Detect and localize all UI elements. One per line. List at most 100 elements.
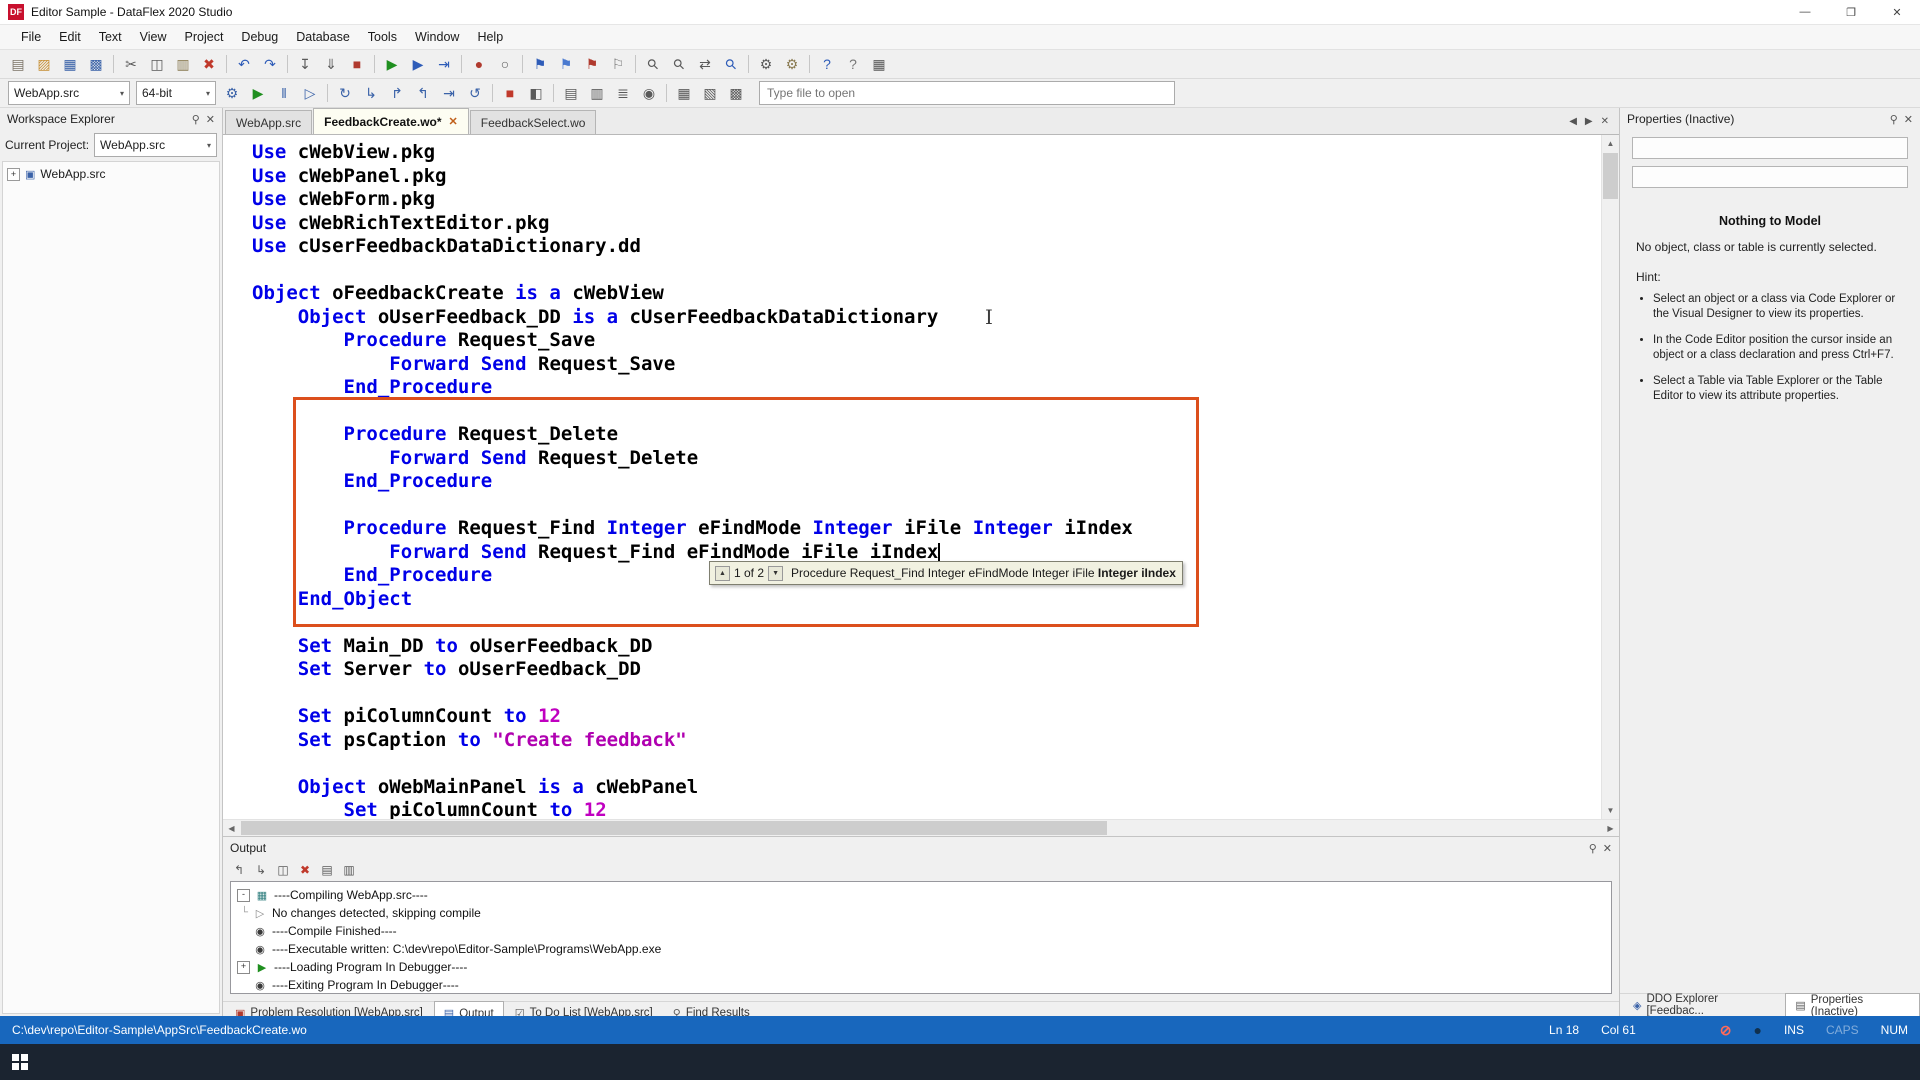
code-editor[interactable]: Use cWebView.pkgUse cWebPanel.pkgUse cWe… bbox=[223, 135, 1619, 819]
output-next-icon[interactable]: ↳ bbox=[251, 861, 271, 880]
tree-expander-icon[interactable]: + bbox=[237, 961, 250, 974]
close-panel-icon[interactable]: ✕ bbox=[1904, 113, 1913, 126]
current-project-combo[interactable]: WebApp.src ▾ bbox=[94, 133, 217, 157]
properties-object-combo[interactable] bbox=[1632, 137, 1908, 159]
code-line[interactable]: Use cUserFeedbackDataDictionary.dd bbox=[252, 235, 1599, 259]
step-out-icon[interactable]: ↰ bbox=[411, 81, 435, 105]
debug-icon[interactable]: ▶ bbox=[406, 52, 430, 76]
open-file-search-input[interactable] bbox=[759, 81, 1175, 105]
code-line[interactable]: End_Procedure bbox=[252, 376, 1599, 400]
copy-icon[interactable]: ◫ bbox=[145, 52, 169, 76]
tree-expander-icon[interactable]: - bbox=[237, 889, 250, 902]
code-line[interactable]: Procedure Request_Save bbox=[252, 329, 1599, 353]
database-tools-icon[interactable]: ▩ bbox=[724, 81, 748, 105]
scroll-down-icon[interactable]: ▼ bbox=[1602, 802, 1619, 819]
hint-prev-icon[interactable]: ▲ bbox=[715, 566, 730, 581]
paste-icon[interactable]: ▥ bbox=[171, 52, 195, 76]
output-line[interactable]: ◉----Exiting Program In Debugger---- bbox=[237, 976, 1605, 994]
code-line[interactable] bbox=[252, 752, 1599, 776]
tree-item-webapp-src[interactable]: +▣WebApp.src bbox=[7, 167, 215, 181]
compile-project-icon[interactable]: ⚙ bbox=[220, 81, 244, 105]
table-viewer-icon[interactable]: ▦ bbox=[867, 52, 891, 76]
code-line[interactable]: Forward Send Request_Delete bbox=[252, 447, 1599, 471]
delete-icon[interactable]: ✖ bbox=[197, 52, 221, 76]
code-line[interactable] bbox=[252, 611, 1599, 635]
horizontal-scroll-thumb[interactable] bbox=[241, 821, 1107, 835]
tree-expander-icon[interactable]: + bbox=[7, 168, 20, 181]
recompile-icon[interactable]: ⇓ bbox=[319, 52, 343, 76]
code-line[interactable] bbox=[252, 682, 1599, 706]
maximize-button[interactable]: ❐ bbox=[1828, 0, 1874, 24]
redo-icon[interactable]: ↷ bbox=[258, 52, 282, 76]
restart-icon[interactable]: ↻ bbox=[333, 81, 357, 105]
watches-window-icon[interactable]: ▥ bbox=[585, 81, 609, 105]
undo-icon[interactable]: ↶ bbox=[232, 52, 256, 76]
tab-close-icon[interactable]: ✕ bbox=[449, 115, 458, 128]
code-line[interactable]: Use cWebForm.pkg bbox=[252, 188, 1599, 212]
prev-bookmark-icon[interactable]: ⚑ bbox=[528, 52, 552, 76]
toggle-bookmark-icon[interactable]: ⚑ bbox=[580, 52, 604, 76]
workspace-options-icon[interactable]: ⚙ bbox=[754, 52, 778, 76]
scroll-up-icon[interactable]: ▲ bbox=[1602, 135, 1619, 152]
close-panel-icon[interactable]: ✕ bbox=[206, 113, 215, 126]
table-explorer-icon[interactable]: ▦ bbox=[672, 81, 696, 105]
code-area[interactable]: Use cWebView.pkgUse cWebPanel.pkgUse cWe… bbox=[252, 141, 1599, 819]
step-over-icon[interactable]: ↱ bbox=[385, 81, 409, 105]
cut-icon[interactable]: ✂ bbox=[119, 52, 143, 76]
vertical-scrollbar[interactable]: ▲ ▼ bbox=[1601, 135, 1619, 819]
tab-scroll-right-icon[interactable]: ▶ bbox=[1585, 116, 1593, 127]
help-icon[interactable]: ? bbox=[815, 52, 839, 76]
code-line[interactable]: Use cWebView.pkg bbox=[252, 141, 1599, 165]
toggle-breakpoint-icon[interactable]: ● bbox=[467, 52, 491, 76]
windows-start-icon[interactable] bbox=[12, 1054, 29, 1071]
code-line[interactable]: Set psCaption to "Create feedback" bbox=[252, 729, 1599, 753]
tab-scroll-left-icon[interactable]: ◀ bbox=[1569, 116, 1577, 127]
next-bookmark-icon[interactable]: ⚑ bbox=[554, 52, 578, 76]
break-all-icon[interactable]: ◧ bbox=[524, 81, 548, 105]
run-to-cursor-icon[interactable]: ⇥ bbox=[432, 52, 456, 76]
menu-edit[interactable]: Edit bbox=[50, 27, 90, 47]
find-in-files-icon[interactable]: ⚲ bbox=[719, 52, 743, 76]
menu-project[interactable]: Project bbox=[176, 27, 233, 47]
run-icon[interactable]: ▶ bbox=[380, 52, 404, 76]
panel-tab-properties-inactive-[interactable]: ▤Properties (Inactive) bbox=[1785, 993, 1920, 1017]
output-copy-all-icon[interactable]: ▤ bbox=[317, 861, 337, 880]
project-combo[interactable]: WebApp.src ▾ bbox=[8, 81, 130, 105]
menu-database[interactable]: Database bbox=[287, 27, 359, 47]
clear-breakpoints-icon[interactable]: ○ bbox=[493, 52, 517, 76]
continue-debugging-icon[interactable]: ▷ bbox=[298, 81, 322, 105]
stop-debugging-icon[interactable]: ■ bbox=[498, 81, 522, 105]
studio-options-icon[interactable]: ⚙ bbox=[780, 52, 804, 76]
save-all-icon[interactable]: ▩ bbox=[84, 52, 108, 76]
breakpoints-window-icon[interactable]: ◉ bbox=[637, 81, 661, 105]
close-panel-icon[interactable]: ✕ bbox=[1603, 842, 1612, 855]
properties-class-combo[interactable] bbox=[1632, 166, 1908, 188]
show-next-statement-icon[interactable]: ↺ bbox=[463, 81, 487, 105]
code-line[interactable]: Use cWebRichTextEditor.pkg bbox=[252, 212, 1599, 236]
save-file-icon[interactable]: ▦ bbox=[58, 52, 82, 76]
code-line[interactable]: Procedure Request_Find Integer eFindMode… bbox=[252, 517, 1599, 541]
tab-close-all-icon[interactable]: ✕ bbox=[1601, 116, 1609, 127]
editor-tab-webapp-src[interactable]: WebApp.src bbox=[225, 110, 312, 134]
menu-text[interactable]: Text bbox=[90, 27, 131, 47]
output-line[interactable]: +▶----Loading Program In Debugger---- bbox=[237, 958, 1605, 976]
scroll-right-icon[interactable]: ▶ bbox=[1602, 820, 1619, 836]
minimize-button[interactable]: — bbox=[1782, 0, 1828, 24]
run-to-line-icon[interactable]: ⇥ bbox=[437, 81, 461, 105]
pause-debugging-icon[interactable]: ‖ bbox=[272, 81, 296, 105]
code-line[interactable] bbox=[252, 259, 1599, 283]
scroll-left-icon[interactable]: ◀ bbox=[223, 820, 240, 836]
run-project-icon[interactable]: ▶ bbox=[246, 81, 270, 105]
compile-icon[interactable]: ↧ bbox=[293, 52, 317, 76]
output-clear-icon[interactable]: ✖ bbox=[295, 861, 315, 880]
code-line[interactable]: Object oUserFeedback_DD is a cUserFeedba… bbox=[252, 306, 1599, 330]
code-line[interactable]: End_Object bbox=[252, 588, 1599, 612]
pin-icon[interactable]: ⚲ bbox=[1890, 113, 1898, 126]
code-line[interactable]: Set Main_DD to oUserFeedback_DD bbox=[252, 635, 1599, 659]
replace-icon[interactable]: ⇄ bbox=[693, 52, 717, 76]
code-line[interactable]: Set Server to oUserFeedback_DD bbox=[252, 658, 1599, 682]
output-line[interactable]: -▦----Compiling WebApp.src---- bbox=[237, 886, 1605, 904]
close-button[interactable]: ✕ bbox=[1874, 0, 1920, 24]
new-file-icon[interactable]: ▤ bbox=[6, 52, 30, 76]
code-line[interactable]: Object oFeedbackCreate is a cWebView bbox=[252, 282, 1599, 306]
